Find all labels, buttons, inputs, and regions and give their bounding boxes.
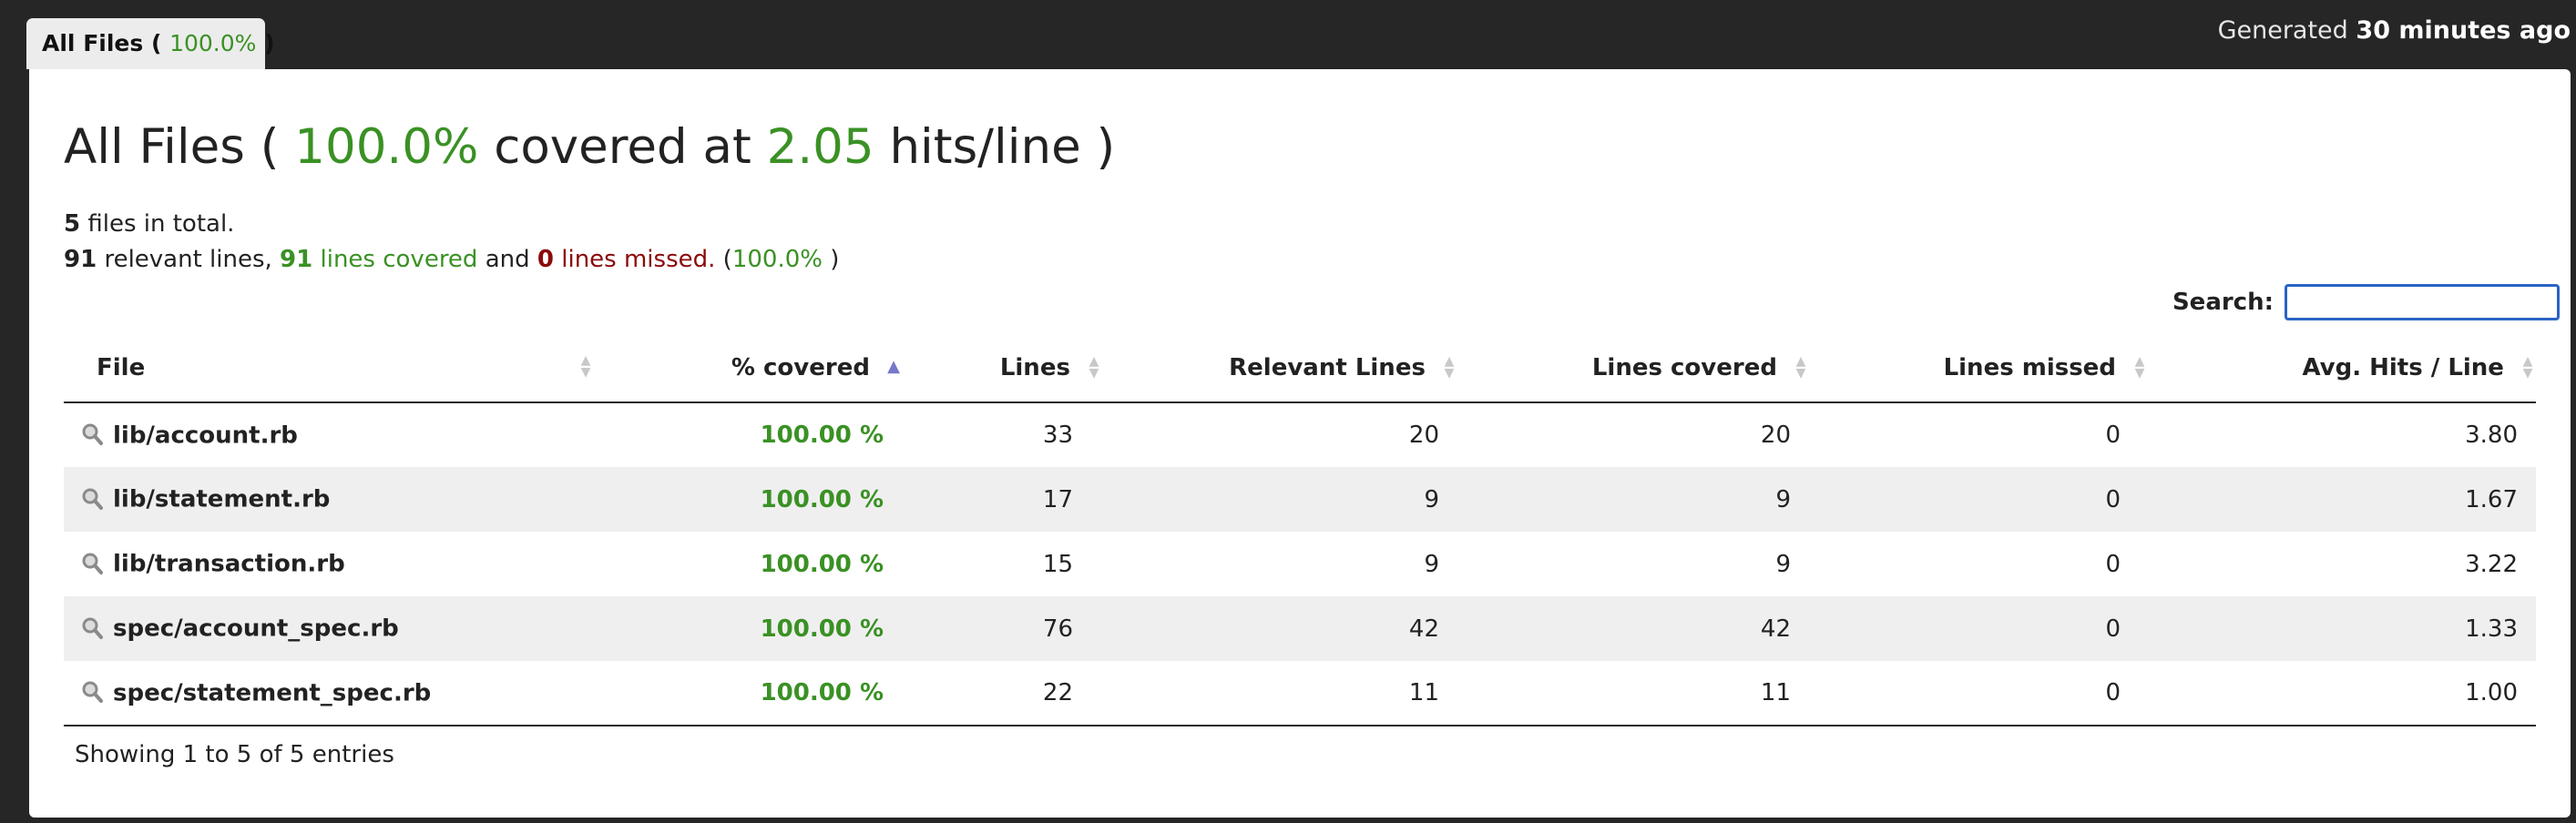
cell-lines: 15 xyxy=(1042,550,1073,578)
relevant-count: 91 xyxy=(64,246,97,273)
cell-file: spec/statement_spec.rb xyxy=(64,661,601,726)
cell-lines-covered: 11 xyxy=(1457,661,1809,726)
cell-lines: 33 xyxy=(1042,422,1073,449)
summary-open-paren: ( xyxy=(722,246,732,273)
column-header-lines[interactable]: Lines ▲ ▼ xyxy=(902,333,1102,403)
title-hits: 2.05 xyxy=(766,119,874,175)
magnifier-icon[interactable] xyxy=(80,680,106,706)
search-box: Search: xyxy=(2172,284,2560,320)
generated-timestamp: Generated 30 minutes ago xyxy=(2218,16,2571,45)
page-title: All Files ( 100.0% covered at 2.05 hits/… xyxy=(64,118,1115,177)
tab-label: All Files ( xyxy=(42,30,162,56)
cell-lines: 76 xyxy=(902,596,1102,661)
sort-icon: ▲ ▼ xyxy=(1795,353,1806,381)
file-link[interactable]: lib/transaction.rb xyxy=(113,551,345,578)
table-row: lib/account.rb 100.00 % 33 20 20 0 3.80 xyxy=(64,402,2536,467)
and-text: and xyxy=(485,246,530,273)
cell-lines-missed: 0 xyxy=(1809,596,2148,661)
content-panel: All Files ( 100.0% covered at 2.05 hits/… xyxy=(29,69,2571,818)
cell-lines: 17 xyxy=(902,467,1102,532)
sort-icon: ▲ ▼ xyxy=(1089,353,1099,381)
sort-icon: ▲ ▼ xyxy=(1444,353,1455,381)
cell-file: lib/account.rb xyxy=(64,402,601,467)
cell-covered-pct: 100.00 % xyxy=(601,596,902,661)
title-prefix: All Files ( xyxy=(64,119,280,175)
magnifier-icon[interactable] xyxy=(80,422,106,448)
column-header-lines-covered[interactable]: Lines covered ▲ ▼ xyxy=(1457,333,1809,403)
coverage-table: File ▲ ▼ % covered ▲ Lines ▲ ▼ Relevant Li… xyxy=(64,333,2536,726)
column-header-covered[interactable]: % covered ▲ xyxy=(601,333,902,403)
missed-text: lines missed. xyxy=(561,246,716,273)
cell-lines-covered: 20 xyxy=(1760,422,1791,449)
sort-icon: ▲ ▼ xyxy=(2522,353,2533,381)
tab-all-files[interactable]: All Files ( 100.0% ) xyxy=(26,18,275,69)
covered-count: 91 xyxy=(280,246,313,273)
sort-asc-icon: ▲ xyxy=(887,357,900,377)
missed-count: 0 xyxy=(537,246,554,273)
table-info: Showing 1 to 5 of 5 entries xyxy=(75,741,394,768)
table-row: lib/statement.rb 100.00 % 17 9 9 0 1.67 xyxy=(64,467,2536,532)
generated-prefix: Generated xyxy=(2217,16,2348,45)
cell-relevant-lines: 42 xyxy=(1102,596,1457,661)
summary-percent: 100.0% xyxy=(731,246,823,273)
search-label: Search: xyxy=(2172,289,2274,316)
table-row: spec/account_spec.rb 100.00 % 76 42 42 0 1.33 xyxy=(64,596,2536,661)
cell-lines: 22 xyxy=(902,661,1102,726)
column-header-lines-missed[interactable]: Lines missed ▲ ▼ xyxy=(1809,333,2148,403)
summary-lines: 91 relevant lines, 91 lines covered and … xyxy=(64,246,839,273)
cell-covered-pct: 100.00 % xyxy=(601,467,902,532)
title-middle: covered at xyxy=(494,119,751,175)
cell-file: lib/statement.rb xyxy=(64,467,601,532)
summary-close-paren: ) xyxy=(830,246,840,273)
column-header-relevant-lines[interactable]: Relevant Lines ▲ ▼ xyxy=(1102,333,1457,403)
files-count: 5 xyxy=(64,210,81,238)
cell-lines-covered: 42 xyxy=(1457,596,1809,661)
summary-files: 5 files in total. xyxy=(64,210,234,238)
magnifier-icon[interactable] xyxy=(80,487,106,513)
magnifier-icon[interactable] xyxy=(80,552,106,577)
cell-avg-hits: 3.80 xyxy=(2465,422,2518,449)
title-suffix: hits/line ) xyxy=(889,119,1116,175)
column-header-avg-hits[interactable]: Avg. Hits / Line ▲ ▼ xyxy=(2148,333,2536,403)
search-input[interactable] xyxy=(2285,284,2560,320)
tab-percent: 100.0% xyxy=(169,30,257,56)
cell-relevant-lines: 20 xyxy=(1408,422,1439,449)
cell-lines-missed: 0 xyxy=(1809,661,2148,726)
cell-avg-hits: 3.22 xyxy=(2465,550,2518,578)
cell-lines-missed: 0 xyxy=(2105,422,2121,449)
table-row: lib/transaction.rb 100.00 % 15 9 9 0 3.22 xyxy=(64,532,2536,596)
cell-relevant-lines: 9 xyxy=(1424,550,1439,578)
cell-relevant-lines: 9 xyxy=(1102,467,1457,532)
file-link[interactable]: spec/account_spec.rb xyxy=(113,615,399,643)
cell-avg-hits: 1.67 xyxy=(2148,467,2536,532)
table-row: spec/statement_spec.rb 100.00 % 22 11 11 0 1.0… xyxy=(64,661,2536,726)
file-link[interactable]: lib/statement.rb xyxy=(113,486,330,513)
cell-lines-covered: 9 xyxy=(1775,550,1791,578)
cell-lines-covered: 9 xyxy=(1457,467,1809,532)
cell-file: lib/transaction.rb xyxy=(64,532,601,596)
cell-lines-missed: 0 xyxy=(2105,550,2121,578)
cell-file: spec/account_spec.rb xyxy=(64,596,601,661)
cell-covered-pct: 100.00 % xyxy=(760,422,884,449)
title-percent: 100.0% xyxy=(294,119,479,175)
tab-close-paren: ) xyxy=(264,30,275,56)
cell-avg-hits: 1.33 xyxy=(2148,596,2536,661)
table-header-row: File ▲ ▼ % covered ▲ Lines ▲ ▼ Relevant Li… xyxy=(64,333,2536,403)
cell-covered-pct: 100.00 % xyxy=(760,550,884,578)
file-link[interactable]: spec/statement_spec.rb xyxy=(113,679,431,706)
column-header-file[interactable]: File ▲ ▼ xyxy=(64,333,601,403)
files-text: files in total. xyxy=(87,210,235,238)
cell-relevant-lines: 11 xyxy=(1102,661,1457,726)
covered-text: lines covered xyxy=(320,246,478,273)
sort-icon: ▲ ▼ xyxy=(580,353,591,380)
cell-covered-pct: 100.00 % xyxy=(601,661,902,726)
relevant-text: relevant lines, xyxy=(104,246,272,273)
cell-lines-missed: 0 xyxy=(1809,467,2148,532)
cell-avg-hits: 1.00 xyxy=(2148,661,2536,726)
generated-time: 30 minutes ago xyxy=(2356,16,2571,45)
sort-icon: ▲ ▼ xyxy=(2134,353,2145,381)
magnifier-icon[interactable] xyxy=(80,616,106,642)
file-link[interactable]: lib/account.rb xyxy=(113,422,298,449)
